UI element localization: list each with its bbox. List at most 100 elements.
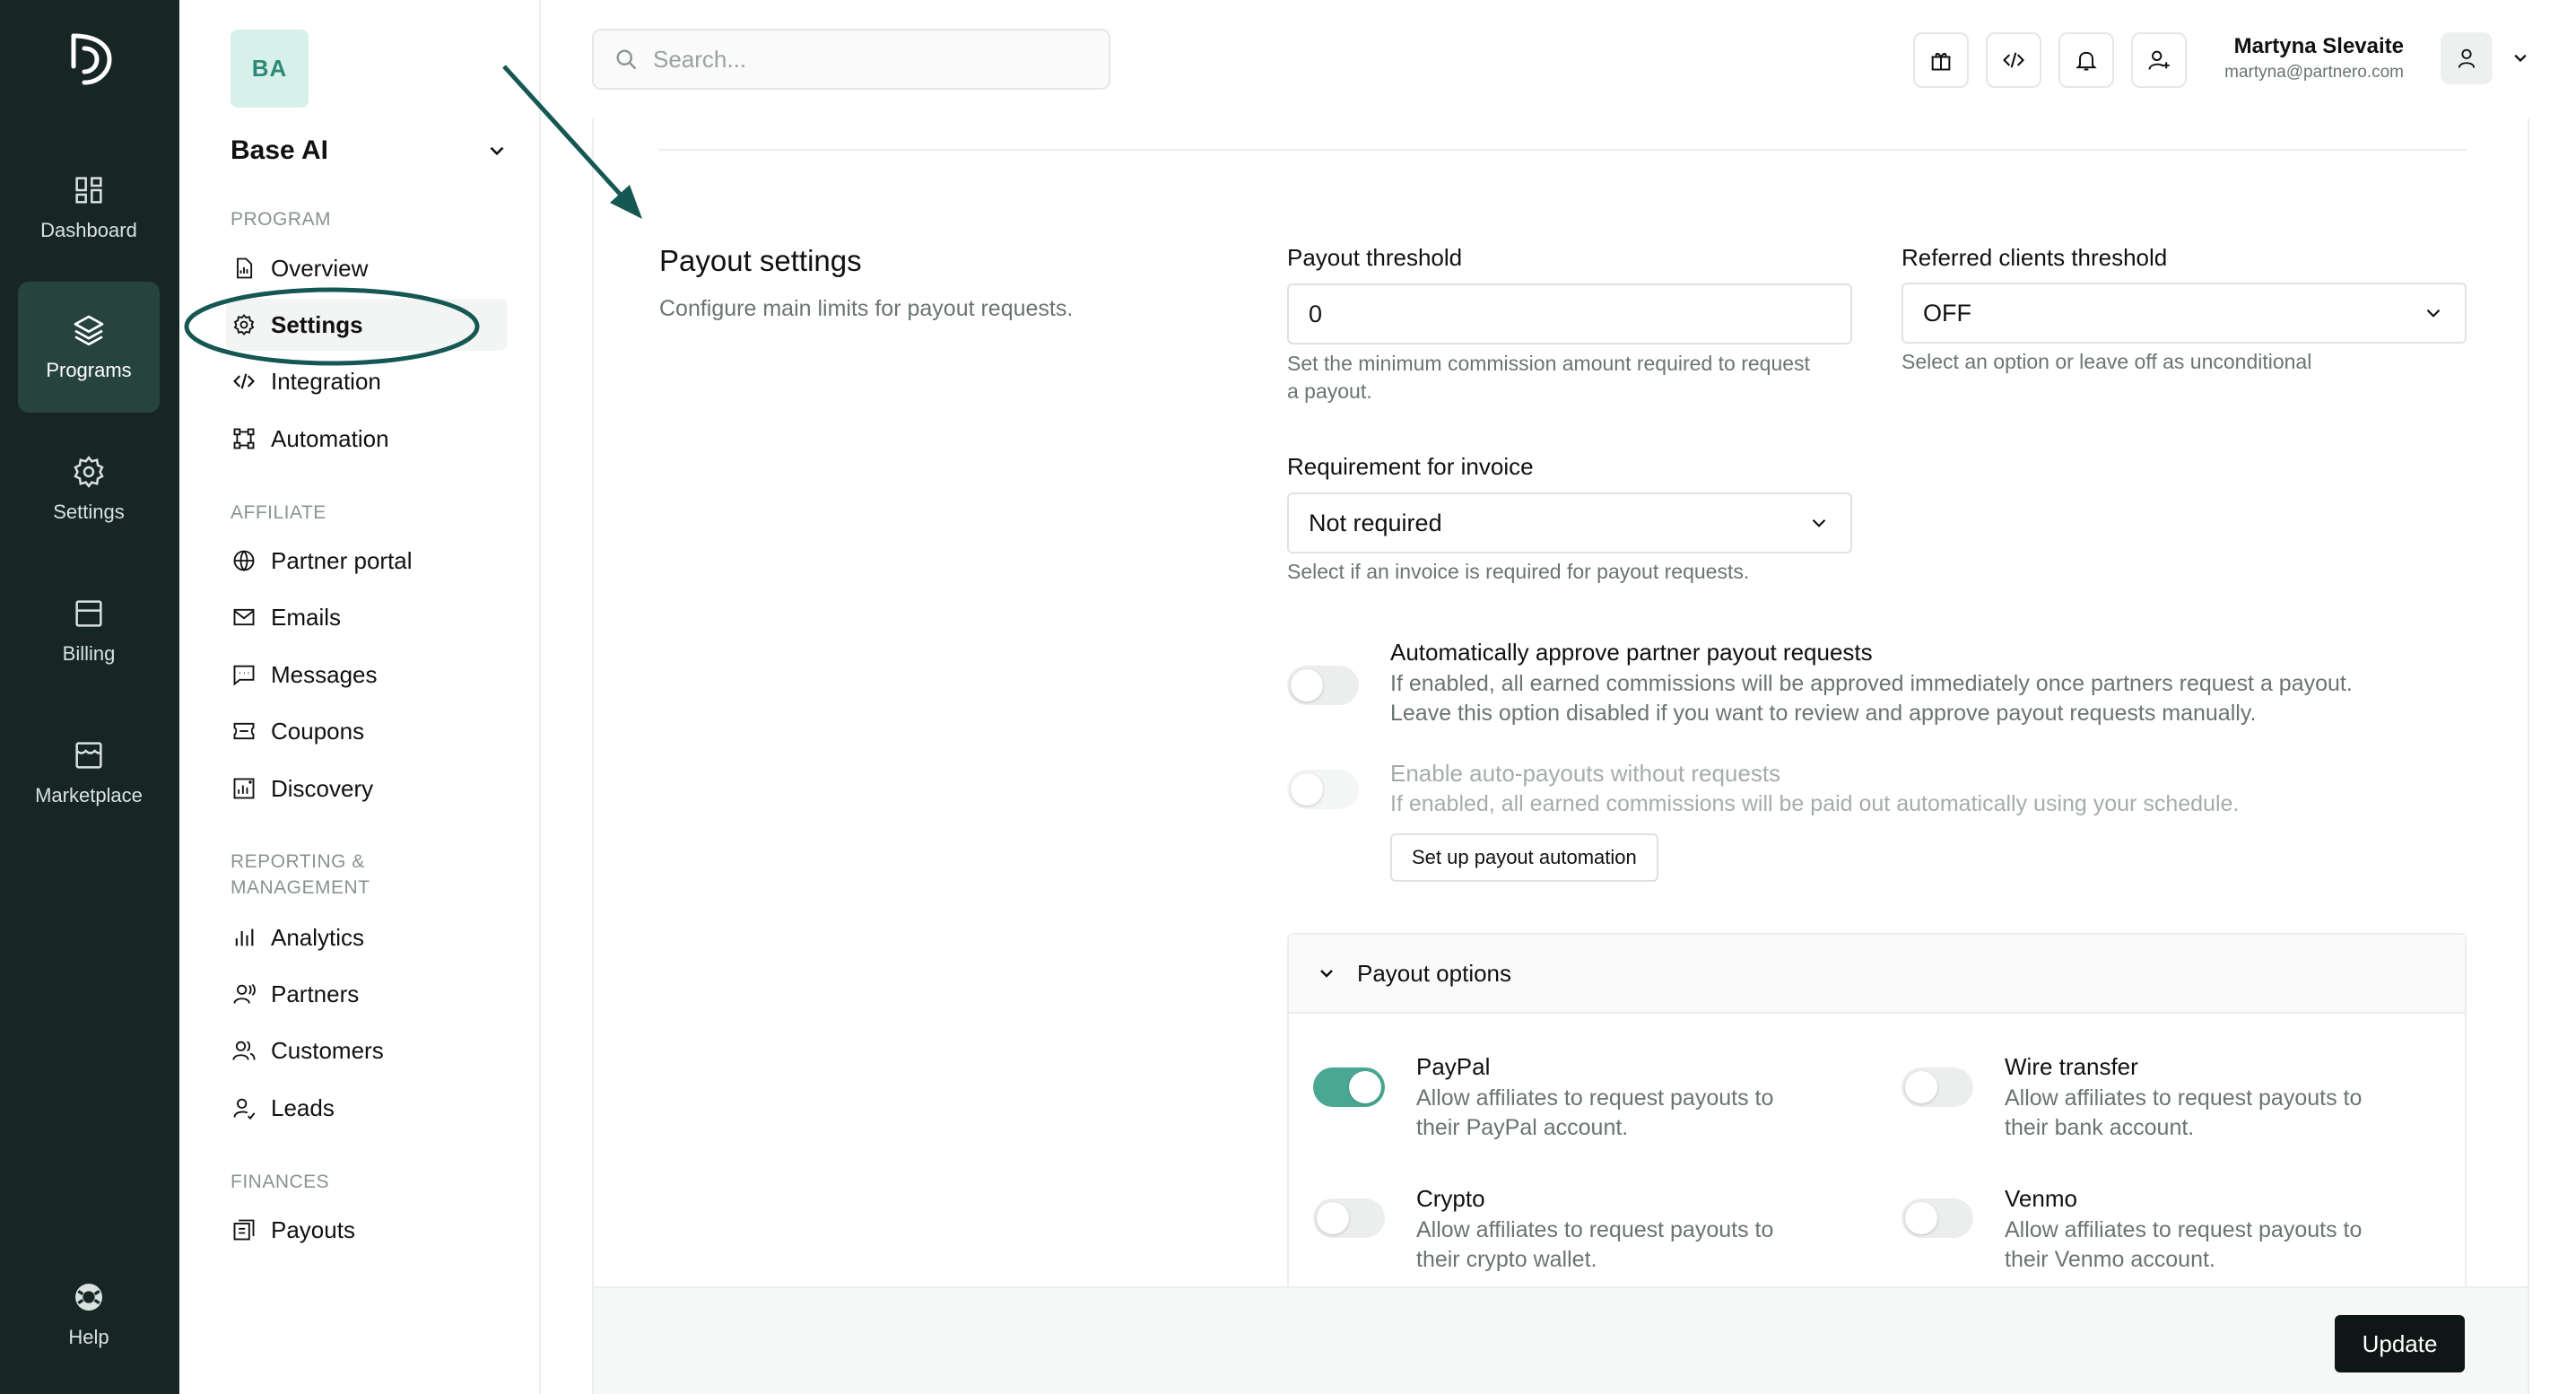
- sidebar-item-analytics[interactable]: Analytics: [226, 911, 508, 963]
- auto-payouts-description: If enabled, all earned commissions will …: [1390, 791, 2240, 816]
- wire-transfer-toggle[interactable]: [1902, 1067, 1973, 1107]
- lead-icon: [233, 1098, 256, 1120]
- chevron-down-icon: [490, 146, 504, 156]
- search-box[interactable]: [592, 29, 1110, 90]
- chevron-down-icon[interactable]: [2508, 45, 2533, 70]
- rail-item-marketplace[interactable]: Marketplace: [18, 707, 160, 838]
- mail-icon: [233, 608, 255, 626]
- sidebar-item-partner-portal[interactable]: Partner portal: [226, 535, 508, 587]
- sidebar-item-emails[interactable]: Emails: [226, 591, 508, 643]
- program-switcher[interactable]: Base AI: [231, 133, 509, 169]
- sidebar-item-overview[interactable]: Overview: [226, 242, 508, 294]
- toggle-knob: [1317, 1202, 1349, 1234]
- top-bar: Martyna Slevaite martyna@partnero.com: [541, 0, 2576, 118]
- gift-button[interactable]: [1913, 32, 1969, 88]
- user-menu[interactable]: Martyna Slevaite martyna@partnero.com: [2224, 32, 2568, 88]
- referred-clients-help: Select an option or leave off as uncondi…: [1902, 350, 2312, 373]
- notifications-button[interactable]: [2058, 32, 2114, 88]
- rail-item-label: Help: [68, 1326, 109, 1348]
- lifebuoy-icon: [75, 1284, 102, 1311]
- customers-icon: [232, 1041, 256, 1060]
- sidebar-item-label: Leads: [271, 1093, 335, 1121]
- sidebar-item-coupons[interactable]: Coupons: [226, 705, 508, 757]
- partnero-logo[interactable]: [65, 30, 115, 88]
- toggle-knob: [1349, 1071, 1381, 1103]
- section-title-line: MANAGEMENT: [231, 877, 370, 898]
- bell-icon: [2076, 51, 2097, 71]
- rail-item-settings[interactable]: Settings: [18, 423, 160, 554]
- payout-threshold-input[interactable]: 0: [1287, 283, 1852, 344]
- globe-icon: [233, 550, 255, 571]
- sidebar-item-customers[interactable]: Customers: [226, 1024, 508, 1076]
- sidebar-item-label: Customers: [271, 1036, 384, 1064]
- auto-payouts-toggle[interactable]: [1287, 770, 1359, 809]
- sidebar-item-settings[interactable]: Settings: [226, 299, 508, 351]
- paypal-description: Allow affiliates to request payouts to t…: [1416, 1084, 1773, 1143]
- section-title-line: REPORTING &: [231, 851, 365, 872]
- sidebar-item-label: Integration: [271, 367, 381, 395]
- referred-clients-label: Referred clients threshold: [1902, 244, 2168, 271]
- venmo-title: Venmo: [2005, 1185, 2077, 1212]
- wire-transfer-description: Allow affiliates to request payouts to t…: [2005, 1084, 2362, 1143]
- rail-item-label: Dashboard: [40, 219, 137, 241]
- layers-icon: [74, 315, 104, 346]
- chevron-down-icon: [1320, 970, 1333, 978]
- referred-clients-select[interactable]: OFF: [1902, 283, 2467, 344]
- invoice-requirement-select[interactable]: Not required: [1287, 492, 1852, 553]
- sidebar-item-label: Partners: [271, 980, 360, 1007]
- auto-approve-toggle[interactable]: [1287, 666, 1359, 705]
- search-icon: [616, 49, 637, 70]
- rail-item-label: Marketplace: [35, 784, 143, 806]
- automation-icon: [233, 428, 255, 449]
- sidebar-item-integration[interactable]: Integration: [226, 355, 508, 407]
- section-title-reporting: REPORTING & MANAGEMENT: [231, 849, 370, 901]
- setup-payout-automation-button[interactable]: Set up payout automation: [1390, 833, 1658, 882]
- help-line: a payout.: [1287, 379, 1372, 403]
- gift-icon: [1931, 53, 1951, 71]
- gear-icon: [233, 314, 255, 335]
- search-input[interactable]: [653, 45, 1083, 74]
- description-line: Allow affiliates to request payouts to: [2005, 1085, 2363, 1111]
- update-button[interactable]: Update: [2335, 1315, 2465, 1372]
- venmo-toggle[interactable]: [1902, 1198, 1973, 1238]
- invoice-requirement-value: Not required: [1309, 509, 1442, 536]
- payout-options-header[interactable]: Payout options: [1289, 935, 2465, 1014]
- sidebar-item-payouts[interactable]: Payouts: [226, 1204, 508, 1256]
- rail-item-label: Settings: [53, 501, 125, 523]
- rail-item-billing[interactable]: Billing: [18, 565, 160, 696]
- dashboard-icon: [75, 177, 102, 204]
- program-badge: BA: [231, 30, 309, 108]
- message-icon: [233, 665, 255, 686]
- description-line: Leave this option disabled if you want t…: [1390, 701, 2257, 726]
- section-heading: Payout settings: [659, 244, 862, 277]
- invite-user-button[interactable]: [2131, 32, 2187, 88]
- avatar[interactable]: [2441, 32, 2493, 84]
- sidebar-item-automation[interactable]: Automation: [226, 413, 508, 465]
- sidebar-item-label: Discovery: [271, 774, 374, 802]
- developer-button[interactable]: [1986, 32, 2041, 88]
- sidebar-item-label: Automation: [271, 424, 389, 452]
- store-icon: [75, 742, 102, 769]
- rail-item-dashboard[interactable]: Dashboard: [18, 142, 160, 273]
- sidebar-item-leads[interactable]: Leads: [226, 1082, 508, 1134]
- payout-options-title: Payout options: [1357, 959, 1512, 987]
- form-footer: Update: [594, 1286, 2528, 1394]
- payout-threshold-value: 0: [1309, 300, 1323, 327]
- user-icon: [2458, 48, 2476, 68]
- billing-icon: [75, 600, 102, 627]
- description-line: their Venmo account.: [2005, 1247, 2215, 1272]
- partners-icon: [233, 983, 256, 1004]
- description-line: If enabled, all earned commissions will …: [1390, 671, 2353, 696]
- paypal-toggle[interactable]: [1313, 1067, 1385, 1107]
- crypto-toggle[interactable]: [1313, 1198, 1385, 1238]
- payout-settings-card: Payout settings Configure main limits fo…: [592, 118, 2529, 1394]
- rail-item-help[interactable]: Help: [18, 1249, 160, 1380]
- sidebar-item-discovery[interactable]: Discovery: [226, 762, 508, 815]
- sidebar-item-messages[interactable]: Messages: [226, 649, 508, 701]
- rail-item-programs[interactable]: Programs: [18, 282, 160, 413]
- sidebar-item-label: Payouts: [271, 1215, 355, 1243]
- referred-clients-value: OFF: [1923, 299, 1971, 327]
- sidebar-item-label: Emails: [271, 603, 342, 631]
- program-sidebar: BA Base AI PROGRAM Overview Settings Int…: [179, 0, 541, 1394]
- sidebar-item-partners[interactable]: Partners: [226, 968, 508, 1020]
